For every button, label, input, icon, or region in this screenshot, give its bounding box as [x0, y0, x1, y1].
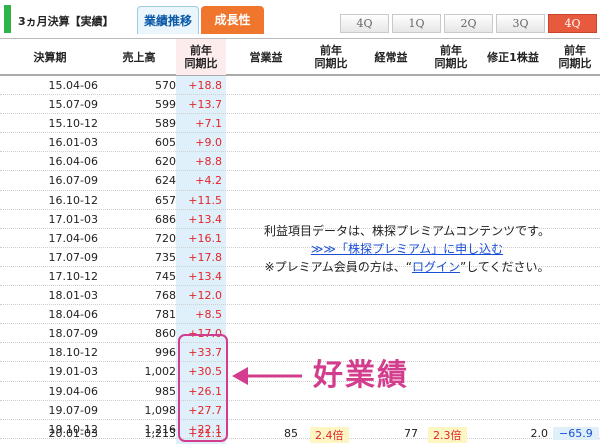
row-sales-yoy: +9.0 — [195, 136, 222, 150]
row-period: 17.10-12 — [48, 269, 98, 283]
last-eps-yoy: −65.9 — [553, 427, 599, 440]
col-yoy-operating: 前年 同期比 — [314, 44, 348, 70]
last-ordinary: 77 — [404, 427, 418, 440]
col-yoy-ordinary: 前年 同期比 — [434, 44, 468, 70]
row-sales: 624 — [155, 174, 176, 188]
row-sales-yoy: +8.8 — [195, 155, 222, 169]
premium-line-1: 利益項目データは、株探プレミアムコンテンツです。 — [264, 224, 550, 238]
row-sales-yoy: +18.8 — [188, 79, 222, 92]
row-sales-yoy: +13.7 — [188, 98, 222, 112]
col-yoy-eps: 前年 同期比 — [558, 44, 592, 70]
last-operating-yoy: 2.4倍 — [310, 427, 349, 443]
quarter-button-1q[interactable]: 1Q — [392, 14, 441, 33]
row-sales-yoy: +17.8 — [188, 250, 222, 264]
row-sales: 1,098 — [144, 403, 177, 417]
row-sales: 589 — [155, 117, 176, 131]
row-period: 15.04-06 — [48, 79, 98, 92]
row-sales-yoy: +12.0 — [188, 289, 222, 303]
row-sales-yoy: +8.5 — [195, 308, 222, 322]
login-link[interactable]: ログイン — [412, 260, 460, 274]
col-operating: 営業益 — [249, 50, 283, 64]
last-sales-yoy: +21.1 — [188, 427, 222, 440]
row-sales: 599 — [155, 98, 176, 112]
row-sales: 720 — [155, 231, 176, 245]
row-period: 16.01-03 — [48, 136, 98, 150]
last-eps: 2.0 — [530, 427, 549, 440]
table-row: 16.07-09 624 +4.2 — [0, 171, 600, 191]
row-period: 17.07-09 — [48, 250, 98, 264]
premium-message: 利益項目データは、株探プレミアムコンテンツです。 ≫≫「株探プレミアム」に申し込… — [232, 222, 582, 276]
row-period: 19.07-09 — [48, 403, 98, 417]
tab-growth[interactable]: 成長性 — [201, 6, 264, 34]
row-sales: 620 — [155, 155, 176, 169]
quarter-button-4q[interactable]: 4Q — [548, 14, 597, 33]
row-sales: 985 — [155, 384, 176, 398]
table-row: 16.04-06 620 +8.8 — [0, 152, 600, 172]
row-period: 19.01-03 — [48, 365, 98, 379]
row-sales-yoy: +11.5 — [188, 193, 222, 207]
quarter-button-3q[interactable]: 3Q — [496, 14, 545, 33]
row-sales-yoy: +4.2 — [195, 174, 222, 188]
row-period: 18.10-12 — [48, 346, 98, 360]
table-row: 18.04-06 781 +8.5 — [0, 305, 600, 325]
row-sales: 686 — [155, 212, 176, 226]
last-period: 20.01-03 — [48, 427, 98, 440]
row-period: 17.01-03 — [48, 212, 98, 226]
row-sales: 768 — [155, 289, 176, 303]
table-row: 18.01-03 768 +12.0 — [0, 286, 600, 306]
section-title: 3ヵ月決算【実績】 — [18, 15, 114, 28]
premium-line-3: ※プレミアム会員の方は、“ログイン”してください。 — [264, 260, 550, 274]
tab-results[interactable]: 業績推移 — [137, 6, 199, 34]
good-results-annotation: 好業績 — [313, 358, 409, 393]
row-sales: 781 — [155, 308, 176, 322]
last-sales: 1,213 — [144, 427, 177, 440]
last-operating: 85 — [284, 427, 298, 440]
row-period: 15.07-09 — [48, 98, 98, 112]
col-ordinary: 経常益 — [374, 50, 408, 64]
row-period: 19.04-06 — [48, 384, 98, 398]
table-row: 16.01-03 605 +9.0 — [0, 133, 600, 153]
row-period: 16.04-06 — [48, 155, 98, 169]
table-row: 15.04-06 570 +18.8 — [0, 76, 600, 96]
row-sales-yoy: +7.1 — [195, 117, 222, 131]
last-ordinary-yoy: 2.3倍 — [428, 427, 467, 443]
top-bar: 3ヵ月決算【実績】 業績推移 成長性 4Q 1Q 2Q 3Q 4Q — [0, 0, 600, 38]
row-sales: 605 — [155, 136, 176, 150]
table-row: 16.10-12 657 +11.5 — [0, 191, 600, 210]
row-sales: 735 — [155, 250, 176, 264]
row-period: 16.10-12 — [48, 193, 98, 207]
row-sales-yoy: +13.4 — [188, 269, 222, 283]
row-sales: 570 — [155, 79, 176, 92]
arrow-left-icon — [232, 367, 302, 385]
col-yoy-sales: 前年 同期比 — [176, 39, 226, 75]
premium-signup-link[interactable]: ≫≫「株探プレミアム」に申し込む — [311, 242, 503, 256]
row-period: 18.04-06 — [48, 308, 98, 322]
table-header: 決算期 売上高 前年 同期比 営業益 前年 同期比 経常益 前年 同期比 修正1… — [0, 38, 600, 76]
col-period: 決算期 — [33, 50, 67, 64]
table-row: 15.07-09 599 +13.7 — [0, 95, 600, 115]
quarter-button-4q-prev[interactable]: 4Q — [340, 14, 389, 33]
row-period: 16.07-09 — [48, 174, 98, 188]
table-row-last: 20.01-03 1,213 +21.1 85 2.4倍 77 2.3倍 2.0… — [0, 424, 600, 444]
row-period: 18.07-09 — [48, 327, 98, 341]
table-row: 18.10-12 996 +33.7 — [0, 343, 600, 363]
table-row: 18.07-09 860 +17.0 — [0, 324, 600, 344]
row-sales-yoy: +16.1 — [188, 231, 222, 245]
section-marker — [4, 5, 11, 33]
row-sales-yoy: +13.4 — [188, 212, 222, 226]
row-period: 17.04-06 — [48, 231, 98, 245]
row-sales: 657 — [155, 193, 176, 207]
table-row: 15.10-12 589 +7.1 — [0, 114, 600, 134]
row-sales: 1,002 — [144, 365, 177, 379]
row-period: 15.10-12 — [48, 117, 98, 131]
row-sales: 745 — [155, 269, 176, 283]
quarter-button-2q[interactable]: 2Q — [444, 14, 493, 33]
col-eps: 修正1株益 — [487, 50, 539, 64]
row-sales: 860 — [155, 327, 176, 341]
table-row: 19.07-09 1,098 +27.7 — [0, 401, 600, 420]
row-sales: 996 — [155, 346, 176, 360]
row-period: 18.01-03 — [48, 289, 98, 303]
col-sales: 売上高 — [122, 50, 156, 64]
